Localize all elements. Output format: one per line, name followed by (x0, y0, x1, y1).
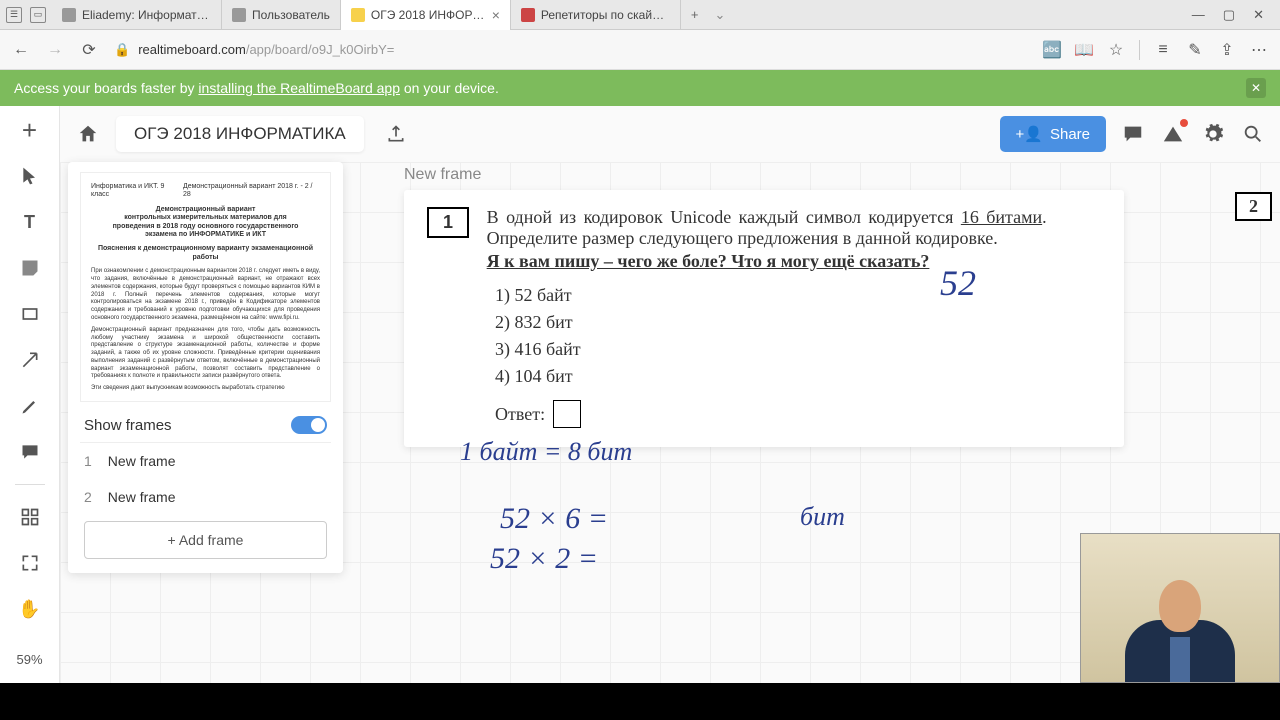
back-button[interactable]: ← (12, 41, 30, 59)
banner-text: Access your boards faster by installing … (14, 80, 499, 96)
chevron-down-icon[interactable]: ⌄ (708, 7, 731, 23)
handwriting-52: 52 (940, 262, 976, 304)
tab-eliademy[interactable]: Eliademy: Информатика - С (52, 0, 222, 30)
tab-tutors[interactable]: Репетиторы по скайпу в Pr (511, 0, 681, 30)
topbar: ОГЭ 2018 ИНФОРМАТИКА +👤 Share (60, 106, 1280, 162)
address-bar: ← → ⟳ 🔒 realtimeboard.com/app/board/o9J_… (0, 30, 1280, 70)
tab-bar: ☰ ▭ Eliademy: Информатика - С Пользовате… (0, 0, 1280, 30)
favorite-icon[interactable]: ☆ (1107, 41, 1125, 59)
handwriting-calc2: 52 × 2 = (490, 542, 598, 576)
handwriting-bit: бит (800, 502, 845, 532)
right-number: 2 (1235, 192, 1272, 221)
tab-label: ОГЭ 2018 ИНФОРМАТИ (371, 8, 486, 22)
shape-tool[interactable] (16, 300, 44, 328)
zoom-level[interactable]: 59% (16, 652, 42, 673)
minimize-button[interactable]: — (1192, 7, 1205, 23)
hand-tool[interactable]: ✋ (16, 595, 44, 623)
frame-title[interactable]: New frame (404, 166, 481, 184)
sticky-tool[interactable] (16, 254, 44, 282)
board-favicon-icon (351, 8, 365, 22)
add-tool[interactable]: + (16, 116, 44, 144)
translate-icon[interactable]: 🔤 (1043, 41, 1061, 59)
reload-button[interactable]: ⟳ (80, 41, 98, 59)
tab-label: Пользователь (252, 8, 330, 22)
url-input[interactable]: 🔒 realtimeboard.com/app/board/o9J_k0Oirb… (114, 42, 1027, 58)
task-number: 1 (427, 207, 469, 238)
search-button[interactable] (1240, 121, 1266, 147)
frame-label: New frame (108, 453, 176, 469)
forward-button[interactable]: → (46, 41, 64, 59)
install-banner: Access your boards faster by installing … (0, 70, 1280, 106)
close-window-button[interactable]: ✕ (1253, 7, 1264, 23)
arrow-tool[interactable] (16, 346, 44, 374)
share-button[interactable]: +👤 Share (1000, 116, 1106, 152)
board-title[interactable]: ОГЭ 2018 ИНФОРМАТИКА (116, 116, 364, 152)
hub-icon[interactable]: ≡ (1154, 41, 1172, 59)
add-user-icon: +👤 (1016, 125, 1043, 143)
handwriting-byte: 1 байт = 8 бит (460, 437, 632, 467)
globe-icon (62, 8, 76, 22)
frame-label: New frame (108, 489, 176, 505)
frame-item-1[interactable]: 1 New frame (80, 443, 331, 479)
task-options: 1) 52 байт 2) 832 бит 3) 416 байт 4) 104… (495, 282, 1101, 390)
maximize-button[interactable]: ▢ (1223, 7, 1235, 23)
reading-icon[interactable]: 📖 (1075, 41, 1093, 59)
app: + T ✋ 59% ОГЭ 2018 ИНФОРМАТИКА +👤 Share (0, 106, 1280, 683)
chat-button[interactable] (1120, 121, 1146, 147)
banner-close-button[interactable]: ✕ (1246, 78, 1266, 98)
comment-tool[interactable] (16, 438, 44, 466)
webcam-overlay (1080, 533, 1280, 683)
home-button[interactable] (74, 120, 102, 148)
show-frames-toggle[interactable] (291, 416, 327, 434)
toolbar: + T ✋ 59% (0, 106, 60, 683)
close-icon[interactable]: × (492, 7, 500, 23)
new-tab-button[interactable]: + (681, 7, 709, 22)
handwriting-calc1: 52 × 6 = (500, 502, 608, 536)
favicon-icon (521, 8, 535, 22)
url-host: realtimeboard.com (138, 42, 246, 57)
fit-tool[interactable] (16, 549, 44, 577)
tab-realtimeboard[interactable]: ОГЭ 2018 ИНФОРМАТИ × (341, 0, 511, 30)
notification-dot (1180, 119, 1188, 127)
share-page-icon[interactable]: ⇪ (1218, 41, 1236, 59)
sidebar-toggle-icon[interactable]: ☰ (6, 7, 22, 23)
frames-tool[interactable] (16, 503, 44, 531)
task-card[interactable]: 1 В одной из кодировок Unicode каждый си… (404, 190, 1124, 447)
show-frames-label: Show frames (84, 417, 172, 434)
tab-label: Репетиторы по скайпу в Pr (541, 8, 670, 22)
tabs-icon[interactable]: ▭ (30, 7, 46, 23)
pen-tool[interactable] (16, 392, 44, 420)
browser-chrome: ☰ ▭ Eliademy: Информатика - С Пользовате… (0, 0, 1280, 70)
activity-button[interactable] (1160, 121, 1186, 147)
share-label: Share (1050, 126, 1090, 143)
text-tool[interactable]: T (16, 208, 44, 236)
canvas[interactable]: Информатика и ИКТ. 9 классДемонстрационн… (60, 162, 1280, 683)
tab-user[interactable]: Пользователь (222, 0, 341, 30)
tab-label: Eliademy: Информатика - С (82, 8, 211, 22)
frame-item-2[interactable]: 2 New frame (80, 479, 331, 515)
settings-button[interactable] (1200, 121, 1226, 147)
frames-panel: Информатика и ИКТ. 9 классДемонстрационн… (68, 162, 343, 573)
select-tool[interactable] (16, 162, 44, 190)
export-button[interactable] (378, 116, 414, 152)
task-answer: Ответ: (495, 400, 1101, 428)
frame-thumbnail[interactable]: Информатика и ИКТ. 9 классДемонстрационн… (80, 172, 331, 402)
globe-icon (232, 8, 246, 22)
answer-box[interactable] (553, 400, 581, 428)
install-link[interactable]: installing the RealtimeBoard app (198, 80, 400, 96)
more-icon[interactable]: ⋯ (1250, 41, 1268, 59)
lock-icon: 🔒 (114, 42, 130, 58)
notes-icon[interactable]: ✎ (1186, 41, 1204, 59)
add-frame-button[interactable]: + Add frame (84, 521, 327, 559)
